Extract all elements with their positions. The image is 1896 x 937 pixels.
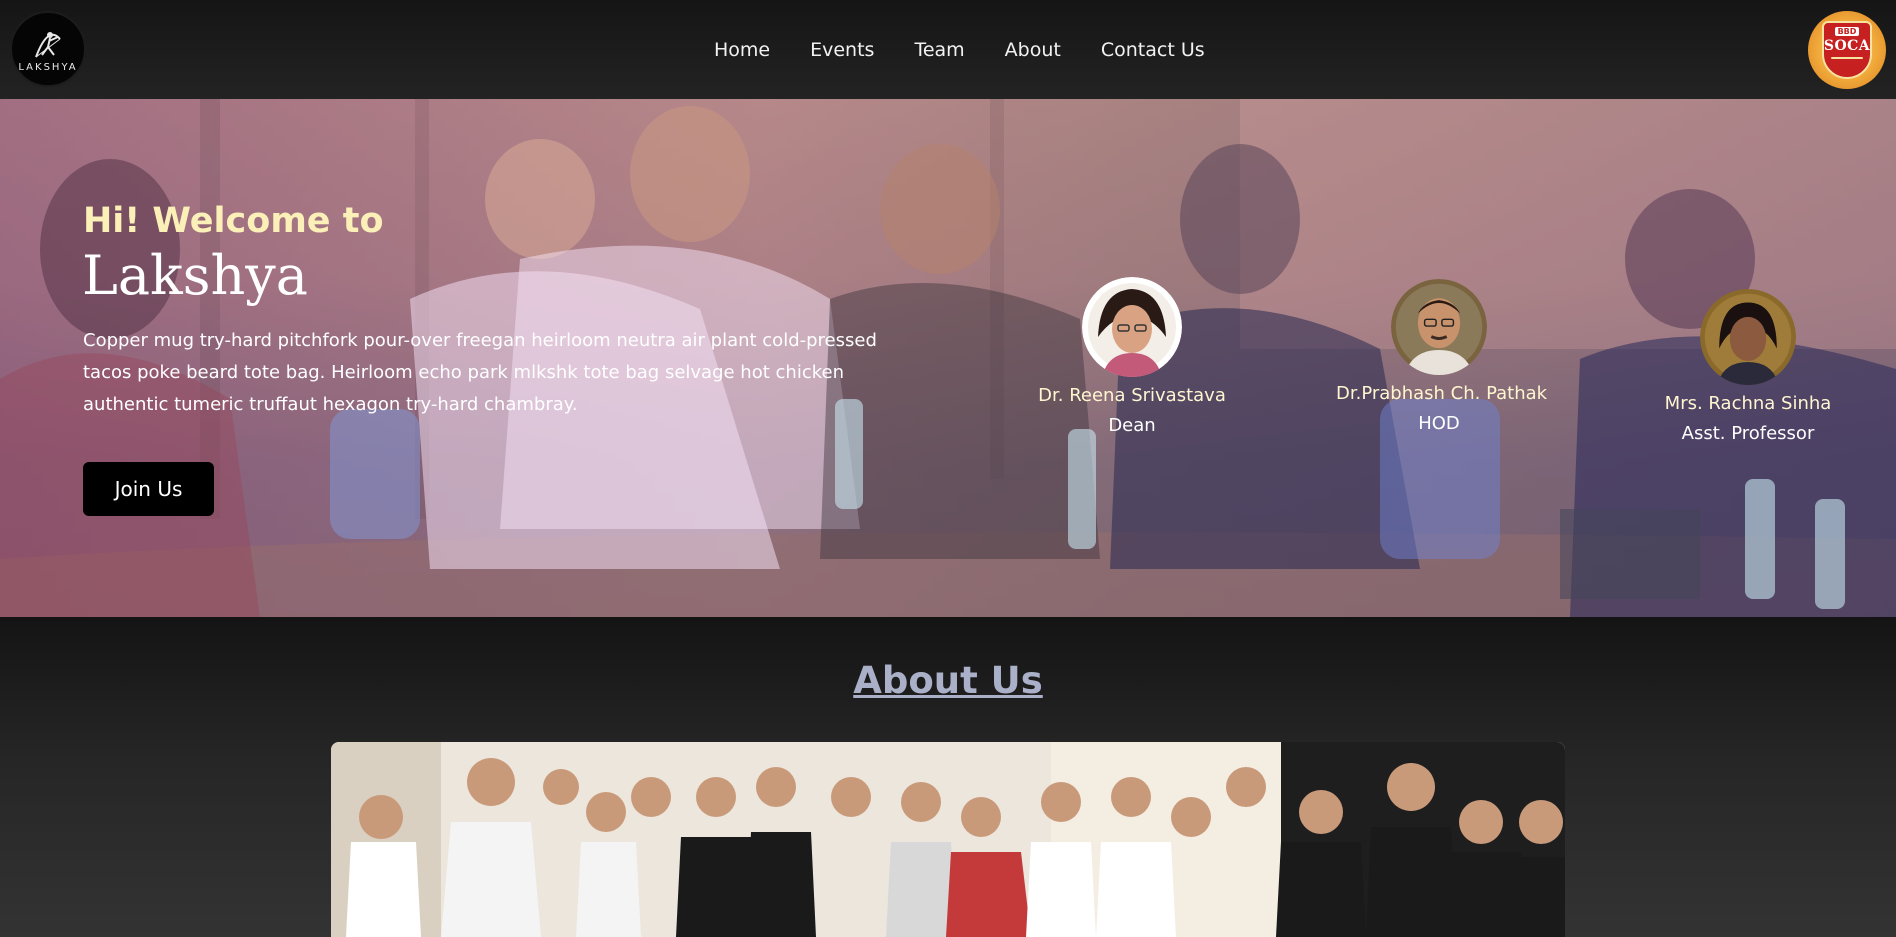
join-us-button[interactable]: Join Us: [83, 462, 214, 516]
hod-name: Dr.Prabhash Ch. Pathak: [1336, 383, 1548, 404]
dean-name: Dr. Reena Srivastava: [1038, 385, 1226, 406]
emblem-top-text: BBD: [1834, 27, 1860, 36]
nav-contact-us[interactable]: Contact Us: [1101, 39, 1205, 61]
soca-emblem[interactable]: BBD SOCA: [1808, 11, 1886, 89]
asst-professor-name: Mrs. Rachna Sinha: [1664, 393, 1832, 414]
top-navbar: LAKSHYA Home Events Team About Contact U…: [0, 0, 1896, 99]
hod-avatar: [1391, 279, 1487, 375]
hero-description: Copper mug try-hard pitchfork pour-over …: [83, 330, 877, 415]
asst-professor-role: Asst. Professor: [1681, 423, 1815, 444]
dean-avatar: [1082, 277, 1182, 377]
group-photo: [331, 742, 1565, 937]
logo-wordmark: LAKSHYA: [18, 62, 78, 73]
shield-icon: BBD SOCA: [1822, 21, 1872, 79]
hero-title: Lakshya: [82, 244, 308, 307]
dean-role: Dean: [1108, 415, 1156, 436]
hero-banner: Hi! Welcome to Lakshya Copper mug try-ha…: [0, 99, 1896, 617]
group-photo-image: [331, 742, 1565, 937]
person-card-hod: Dr.Prabhash Ch. Pathak HOD: [1336, 279, 1548, 439]
hod-role: HOD: [1418, 413, 1460, 434]
emblem-ribbon: [1831, 57, 1863, 59]
about-us-heading[interactable]: About Us: [0, 659, 1896, 702]
nav-events[interactable]: Events: [810, 39, 874, 61]
nav-team[interactable]: Team: [914, 39, 964, 61]
lakshya-logo[interactable]: LAKSHYA: [10, 11, 86, 87]
person-card-asst-professor: Mrs. Rachna Sinha Asst. Professor: [1652, 289, 1844, 449]
main-nav: Home Events Team About Contact Us: [714, 36, 1205, 64]
hero-greeting: Hi! Welcome to: [83, 201, 384, 241]
emblem-main-text: SOCA: [1823, 38, 1871, 54]
nav-about[interactable]: About: [1005, 39, 1061, 61]
archer-icon: [35, 32, 61, 58]
nav-home[interactable]: Home: [714, 39, 770, 61]
person-card-dean: Dr. Reena Srivastava Dean: [1034, 277, 1230, 441]
about-section: About Us: [0, 617, 1896, 937]
asst-professor-avatar: [1700, 289, 1796, 385]
